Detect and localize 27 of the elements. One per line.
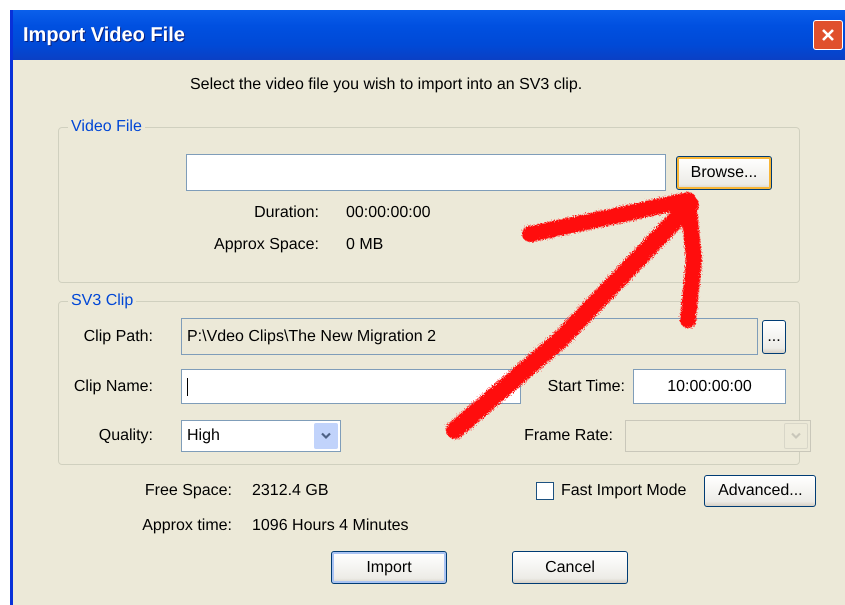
info-value: 0 MB bbox=[345, 236, 384, 254]
checkbox[interactable] bbox=[536, 482, 554, 500]
info-label: Approx time: bbox=[141, 517, 233, 535]
group-legend: SV3 Clip bbox=[68, 292, 136, 310]
field-label: Clip Name: bbox=[72, 378, 154, 396]
field-label: Quality: bbox=[98, 427, 154, 445]
info-value: 1096 Hours 4 Minutes bbox=[252, 517, 410, 535]
field-label: Start Time: bbox=[546, 378, 626, 396]
dialog-button[interactable]: Cancel bbox=[512, 551, 628, 584]
field-label: Clip Path: bbox=[82, 328, 154, 346]
browse-button[interactable]: Browse... bbox=[676, 156, 772, 190]
close-icon[interactable] bbox=[813, 20, 843, 50]
field-label: Frame Rate: bbox=[524, 427, 614, 445]
instruction-text: Select the video file you wish to import into an SV3 clip. bbox=[189, 76, 584, 95]
advanced-button[interactable]: Advanced... bbox=[704, 475, 816, 507]
info-label: Duration: bbox=[253, 204, 319, 222]
dialog-button[interactable]: Import bbox=[331, 551, 447, 584]
file-path-field[interactable] bbox=[186, 154, 666, 191]
quality-dropdown[interactable]: High bbox=[181, 420, 341, 452]
info-value: 00:00:00:00 bbox=[345, 204, 431, 222]
checkbox-label: Fast Import Mode bbox=[561, 482, 686, 500]
info-value: 2312.4 GB bbox=[252, 482, 330, 500]
window-title: Import Video File bbox=[22, 24, 185, 46]
start-time-field[interactable]: 10:00:00:00 bbox=[633, 369, 786, 404]
clip-name-field[interactable] bbox=[181, 369, 521, 404]
info-label: Free Space: bbox=[144, 482, 233, 500]
info-label: Approx Space: bbox=[213, 236, 319, 254]
